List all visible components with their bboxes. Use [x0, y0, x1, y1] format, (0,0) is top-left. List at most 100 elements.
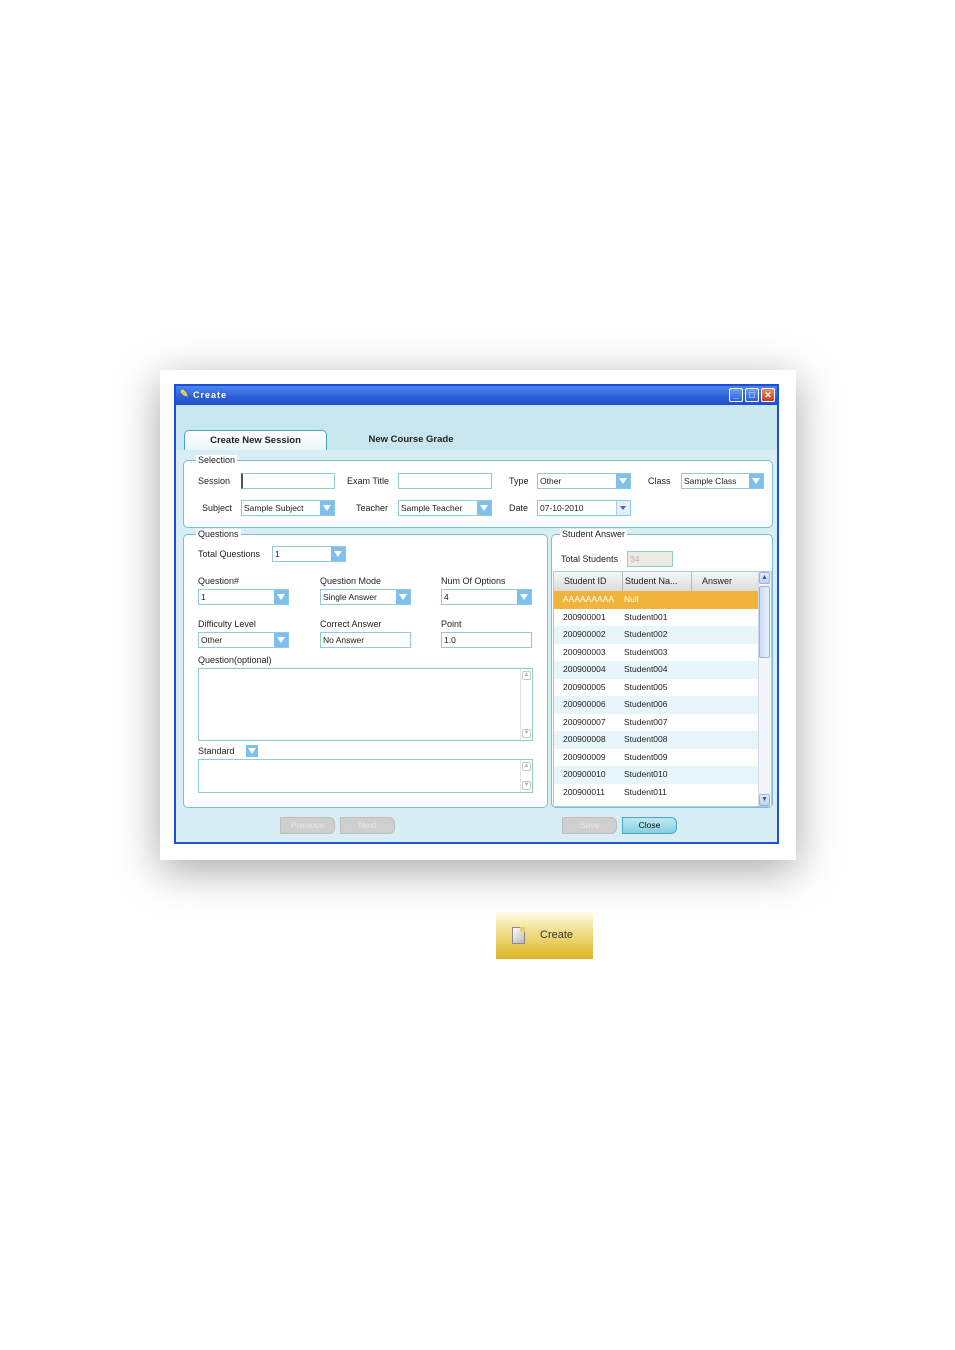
dropdown-arrow-icon[interactable] [320, 501, 334, 515]
close-icon: ✕ [764, 390, 772, 400]
table-row[interactable]: 200900006 Student006 [554, 696, 761, 714]
create-button[interactable]: Create [496, 912, 593, 959]
num-options-label: Num Of Options [441, 576, 506, 586]
student-grid: Student ID Student Na... Answer AAAAAAAA… [553, 571, 772, 807]
document-icon [512, 927, 525, 944]
standard-scrollbar[interactable]: ▲ ▼ [520, 760, 532, 792]
subject-value: Sample Subject [244, 503, 304, 513]
correct-answer-field[interactable]: No Answer [320, 632, 411, 648]
cell-id: 200900008 [563, 734, 606, 744]
date-picker[interactable]: 07-10-2010 [537, 500, 631, 516]
session-label: Session [198, 476, 231, 486]
difficulty-label: Difficulty Level [198, 619, 256, 629]
table-row[interactable]: 200900011 Student011 [554, 783, 761, 801]
num-options-select[interactable]: 4 [441, 589, 532, 605]
subject-label: Subject [202, 503, 233, 513]
teacher-select[interactable]: Sample Teacher [398, 500, 492, 516]
table-row[interactable]: 200900001 Student001 [554, 608, 761, 626]
create-button-label: Create [540, 929, 574, 941]
dialog-body: Create New Session New Course Grade Sele… [176, 405, 777, 842]
column-student-id[interactable]: Student ID [554, 572, 623, 591]
table-row[interactable]: 200900008 Student008 [554, 731, 761, 749]
dropdown-arrow-icon[interactable] [616, 474, 630, 488]
question-scrollbar[interactable]: ▲ ▼ [520, 669, 532, 740]
type-label: Type [509, 476, 529, 486]
dropdown-arrow-icon[interactable] [517, 590, 531, 604]
point-input[interactable]: 1.0 [441, 632, 532, 648]
class-value: Sample Class [684, 476, 737, 486]
scroll-down-icon[interactable]: ▼ [522, 781, 531, 790]
title-bar[interactable]: ✎ Create _ □ ✕ [176, 386, 777, 405]
close-button[interactable]: Close [622, 817, 677, 834]
maximize-icon: □ [749, 390, 755, 400]
cell-id: AAAAAAAAA [563, 594, 615, 604]
dropdown-arrow-icon[interactable] [274, 590, 288, 604]
table-row[interactable]: 200900003 Student003 [554, 643, 761, 661]
cell-name: Student005 [624, 681, 668, 692]
cell-id: 200900010 [563, 769, 606, 779]
chevron-down-icon[interactable] [616, 501, 630, 515]
table-row[interactable]: 200900010 Student010 [554, 766, 761, 784]
save-button[interactable]: Save [562, 817, 617, 834]
scroll-down-icon[interactable]: ▼ [522, 729, 531, 738]
question-textarea[interactable]: ▲ ▼ [198, 668, 533, 741]
tab-create-new-session[interactable]: Create New Session [184, 430, 327, 450]
previous-button[interactable]: Previous [280, 817, 335, 834]
question-number-select[interactable]: 1 [198, 589, 289, 605]
exam-title-input[interactable] [398, 473, 492, 489]
difficulty-select[interactable]: Other [198, 632, 289, 648]
student-answer-legend: Student Answer [560, 529, 628, 540]
scroll-up-icon[interactable]: ▲ [522, 671, 531, 680]
exam-title-label: Exam Title [347, 476, 390, 486]
minimize-icon: _ [733, 390, 739, 400]
scroll-up-icon[interactable]: ▲ [522, 762, 531, 771]
cell-id: 200900009 [563, 751, 606, 762]
table-row-selected[interactable]: AAAAAAAAA Null [554, 591, 761, 609]
grid-header: Student ID Student Na... Answer [554, 572, 761, 591]
table-row[interactable]: 200900002 Student002 [554, 626, 761, 644]
total-questions-value: 1 [275, 549, 280, 559]
session-input[interactable] [241, 473, 335, 489]
question-mode-label: Question Mode [320, 576, 382, 586]
dropdown-arrow-icon[interactable] [274, 633, 288, 647]
total-students-label: Total Students [561, 554, 619, 564]
difficulty-value: Other [201, 635, 223, 645]
cell-name: Student009 [624, 751, 668, 762]
column-answer[interactable]: Answer [692, 572, 761, 591]
total-questions-select[interactable]: 1 [272, 546, 346, 562]
table-row[interactable]: 200900009 Student009 [554, 748, 761, 766]
type-select[interactable]: Other [537, 473, 631, 489]
close-window-button[interactable]: ✕ [761, 388, 775, 402]
dropdown-arrow-icon[interactable] [749, 474, 763, 488]
type-value: Other [540, 476, 562, 486]
teacher-value: Sample Teacher [401, 503, 463, 513]
standard-textarea[interactable]: ▲ ▼ [198, 759, 533, 793]
tab-new-course-grade[interactable]: New Course Grade [346, 430, 476, 450]
column-student-name[interactable]: Student Na... [623, 572, 692, 591]
questions-panel: Questions Total Questions 1 Question# 1 … [183, 529, 548, 808]
scroll-up-icon[interactable]: ▲ [759, 572, 770, 584]
cell-id: 200900004 [563, 664, 606, 674]
table-row[interactable]: 200900004 Student004 [554, 661, 761, 679]
table-row[interactable]: 200900007 Student007 [554, 713, 761, 731]
cell-name: Student010 [624, 769, 668, 779]
question-mode-select[interactable]: Single Answer [320, 589, 411, 605]
selection-panel: Selection Session Exam Title Type Other … [183, 455, 773, 528]
standard-dropdown-icon[interactable] [246, 745, 258, 757]
grid-scrollbar[interactable]: ▲ ▼ [758, 572, 771, 806]
cell-name: Student003 [624, 646, 668, 657]
dropdown-arrow-icon[interactable] [396, 590, 410, 604]
next-button[interactable]: Next [340, 817, 395, 834]
minimize-button[interactable]: _ [729, 388, 743, 402]
dropdown-arrow-icon[interactable] [477, 501, 491, 515]
correct-answer-label: Correct Answer [320, 619, 382, 629]
table-row[interactable]: 200900005 Student005 [554, 678, 761, 696]
window-title: Create [193, 390, 228, 400]
maximize-button[interactable]: □ [745, 388, 759, 402]
scroll-thumb[interactable] [759, 586, 770, 658]
total-students-field: 34 [627, 551, 673, 567]
class-select[interactable]: Sample Class [681, 473, 764, 489]
scroll-down-icon[interactable]: ▼ [759, 794, 770, 806]
dropdown-arrow-icon[interactable] [331, 547, 345, 561]
subject-select[interactable]: Sample Subject [241, 500, 335, 516]
